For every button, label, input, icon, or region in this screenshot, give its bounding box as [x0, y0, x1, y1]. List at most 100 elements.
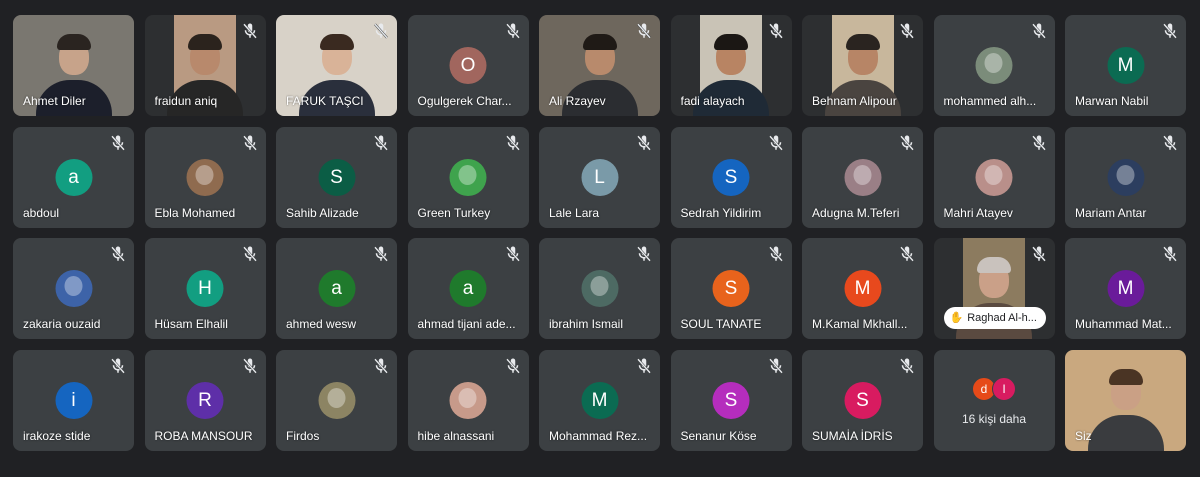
mic-off-icon — [898, 22, 916, 40]
participant-tile[interactable]: S Sedrah Yildirim — [670, 126, 792, 228]
mic-off-icon — [372, 134, 390, 152]
mini-avatar: I — [992, 376, 1016, 401]
participant-tile[interactable]: S SUMAİA İDRİS — [802, 349, 923, 451]
participant-avatar: S — [844, 381, 881, 419]
participant-tile[interactable]: Behnam Alipour — [802, 15, 923, 116]
participant-name: Mohammad Rez... — [549, 428, 648, 443]
participant-photo-avatar — [55, 270, 92, 307]
participant-tile[interactable]: hibe alnassani — [407, 349, 529, 451]
participant-avatar: a — [318, 270, 355, 307]
participant-tile[interactable]: a abdoul — [13, 126, 134, 228]
participant-name: ROBA MANSOUR — [154, 428, 253, 443]
participant-tile[interactable]: Ebla Mohamed — [144, 126, 266, 228]
mic-off-icon — [635, 357, 653, 375]
participant-tile[interactable]: i irakoze stide — [13, 349, 134, 451]
participant-avatar: a — [55, 158, 92, 196]
participant-tile[interactable]: fadi alayach — [670, 15, 792, 116]
participant-grid: Ahmet Diler fraidun aniq FARUK TAŞCI O Ogulg… — [13, 15, 1186, 451]
participant-tile[interactable]: M Marwan Nabil — [1065, 15, 1186, 116]
participant-tile[interactable]: a ahmad tijani ade... — [407, 238, 529, 339]
participant-name: abdoul — [23, 205, 60, 220]
mic-off-icon — [635, 245, 653, 263]
participant-avatar: H — [186, 270, 224, 307]
more-participants-tile[interactable]: d I 16 kişi daha — [933, 349, 1055, 451]
participant-name: Mariam Antar — [1075, 205, 1147, 220]
mic-off-icon — [504, 245, 522, 263]
participant-photo-avatar — [1107, 158, 1144, 196]
participant-avatar: S — [712, 158, 750, 196]
participant-avatar: S — [712, 381, 750, 419]
mic-off-icon — [767, 22, 785, 40]
participant-tile[interactable]: fraidun aniq — [144, 15, 266, 116]
participant-tile[interactable]: Mariam Antar — [1065, 126, 1186, 228]
participant-avatar: M — [844, 270, 881, 307]
participant-name: Ogulgerek Char... — [417, 94, 512, 108]
participant-photo-avatar — [318, 381, 355, 419]
participant-name: Adugna M.Teferi — [812, 205, 900, 220]
participant-photo-avatar — [186, 158, 224, 196]
participant-tile[interactable]: O Ogulgerek Char... — [407, 15, 529, 116]
participant-tile[interactable]: Green Turkey — [407, 126, 529, 228]
participant-avatar: L — [581, 158, 618, 196]
participant-tile[interactable]: Firdos — [276, 349, 397, 451]
mic-off-icon — [109, 245, 127, 263]
participant-name: Ebla Mohamed — [154, 205, 236, 220]
participant-name: Sedrah Yildirim — [680, 205, 762, 220]
participant-tile[interactable]: S Senanur Köse — [670, 349, 792, 451]
participant-name: mohammed alh... — [943, 94, 1037, 108]
participant-tile[interactable]: zakaria ouzaid — [13, 238, 134, 339]
mic-off-icon — [1161, 134, 1179, 152]
participant-photo-avatar — [975, 47, 1013, 84]
participant-name: Senanur Köse — [680, 428, 757, 443]
mic-off-icon — [504, 134, 522, 152]
participant-photo-avatar — [975, 158, 1013, 196]
participant-name: Marwan Nabil — [1075, 94, 1149, 108]
mic-off-icon — [1030, 22, 1048, 40]
participant-tile[interactable]: Mahri Atayev — [933, 126, 1055, 228]
participant-tile[interactable]: ✋ Raghad Al-h... — [933, 238, 1055, 339]
mic-off-icon — [241, 134, 259, 152]
participant-name: Green Turkey — [417, 205, 491, 220]
more-participants-count: 16 kişi daha — [961, 411, 1027, 426]
mic-off-icon — [635, 22, 653, 40]
participant-tile[interactable]: R ROBA MANSOUR — [144, 349, 266, 451]
participant-name: Firdos — [286, 428, 320, 443]
participant-tile[interactable]: a ahmed wesw — [276, 238, 397, 339]
participant-tile[interactable]: S Sahib Alizade — [276, 126, 397, 228]
participant-tile[interactable]: S SOUL TANATE — [670, 238, 792, 339]
participant-tile[interactable]: mohammed alh... — [933, 15, 1055, 116]
participant-tile[interactable]: Adugna M.Teferi — [802, 126, 923, 228]
participant-tile[interactable]: Siz — [1065, 349, 1186, 451]
participant-photo-avatar — [844, 158, 881, 196]
hand-icon: ✋ — [949, 312, 964, 324]
mic-off-icon — [898, 245, 916, 263]
participant-name: M.Kamal Mkhall... — [812, 317, 908, 331]
mic-off-icon — [635, 134, 653, 152]
mic-off-icon — [504, 357, 522, 375]
participant-name: SOUL TANATE — [680, 317, 762, 331]
mic-off-icon — [1161, 22, 1179, 40]
participant-tile[interactable]: FARUK TAŞCI — [276, 15, 397, 116]
participant-tile[interactable]: H Hüsam Elhalil — [144, 238, 266, 339]
participant-tile[interactable]: M Muhammad Mat... — [1065, 238, 1186, 339]
mic-off-icon — [241, 357, 259, 375]
participant-tile[interactable]: Ali Rzayev — [539, 15, 660, 116]
participant-tile[interactable]: ibrahim Ismail — [539, 238, 660, 339]
mic-off-icon — [372, 22, 390, 40]
participant-name: Siz — [1075, 428, 1092, 443]
mic-off-icon — [504, 22, 522, 40]
participant-name: ahmed wesw — [286, 317, 357, 331]
participant-avatar: M — [1107, 270, 1144, 307]
mic-off-icon — [241, 22, 259, 40]
participant-tile[interactable]: M M.Kamal Mkhall... — [802, 238, 923, 339]
mic-off-icon — [1030, 134, 1048, 152]
participant-name: ahmad tijani ade... — [417, 317, 516, 331]
participant-tile[interactable]: M Mohammad Rez... — [539, 349, 660, 451]
participant-name: FARUK TAŞCI — [286, 94, 364, 108]
participant-photo-avatar — [581, 270, 618, 307]
participant-avatar: i — [55, 381, 92, 419]
participant-tile[interactable]: Ahmet Diler — [13, 15, 134, 116]
participant-avatar: O — [449, 47, 487, 84]
participant-name: Hüsam Elhalil — [154, 317, 228, 331]
participant-tile[interactable]: L Lale Lara — [539, 126, 660, 228]
